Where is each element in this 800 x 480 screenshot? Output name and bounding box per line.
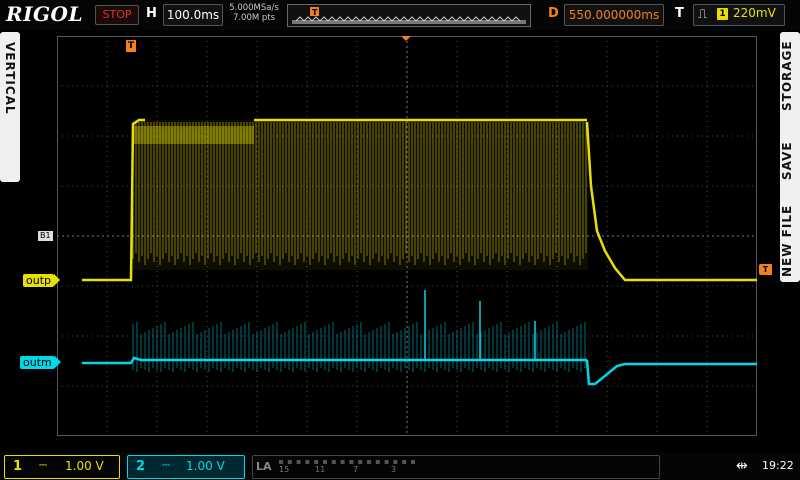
la-channel-dots [279, 460, 415, 464]
clock: 19:22 [762, 459, 794, 472]
dc-coupling-icon: ⎓ [162, 460, 170, 471]
la-channel-11: 11 [315, 465, 326, 474]
sample-rate: 5.000MSa/s [229, 3, 279, 13]
ch1-waveform [82, 118, 757, 282]
delay-label: D [548, 6, 559, 21]
ch2-number: 2 [136, 459, 146, 474]
trigger-level-marker[interactable]: T [759, 264, 772, 275]
ch2-waveform [82, 290, 757, 386]
trigger-position-marker[interactable]: T [126, 40, 136, 52]
memory-overview-bar[interactable]: T [287, 4, 531, 27]
la-channel-15: 15 [279, 465, 290, 474]
ch1-number: 1 [13, 459, 23, 474]
vertical-tab-label: VERTICAL [3, 42, 17, 115]
usb-icon: ⇹ [736, 458, 748, 474]
ch2-scale: 1.00 V [186, 459, 225, 473]
brand-logo: RIGOL [6, 2, 84, 26]
dc-coupling-icon: ⎓ [39, 460, 47, 471]
new-file-tab[interactable]: NEW FILE [780, 202, 800, 280]
bus-b1-marker: B1 [38, 231, 53, 241]
memory-overview-graphic: T [292, 7, 526, 24]
rising-edge-icon: ⎍ [698, 7, 708, 22]
vertical-menu-tab[interactable]: VERTICAL [0, 32, 20, 182]
save-tab[interactable]: SAVE [780, 130, 800, 192]
run-stop-status[interactable]: STOP [95, 5, 139, 25]
la-channel-7: 7 [353, 465, 359, 474]
ch2-label[interactable]: outm [20, 356, 61, 369]
center-marker-icon [401, 36, 411, 41]
horizontal-label: H [146, 6, 157, 21]
svg-text:T: T [312, 8, 318, 17]
timebase-value[interactable]: 100.0ms [163, 4, 223, 26]
logic-analyzer-box[interactable]: LA 15 11 7 3 [252, 455, 660, 479]
ch1-scale-box[interactable]: 1 ⎓ 1.00 V [4, 455, 120, 479]
delay-value[interactable]: 550.000000ms [564, 4, 664, 26]
ch2-scale-box[interactable]: 2 ⎓ 1.00 V [127, 455, 245, 479]
la-channel-3: 3 [391, 465, 397, 474]
trigger-level-value: 220mV [733, 6, 776, 20]
ch1-label[interactable]: outp [23, 274, 60, 287]
storage-tab[interactable]: STORAGE [780, 38, 800, 114]
trigger-label: T [675, 6, 684, 21]
waveform-display[interactable] [57, 36, 757, 436]
storage-menu[interactable]: STORAGE SAVE NEW FILE [780, 32, 800, 282]
trigger-source-badge: 1 [717, 8, 728, 20]
memory-depth: 7.00M pts [232, 13, 276, 23]
ch1-scale: 1.00 V [65, 459, 104, 473]
la-label: LA [256, 460, 272, 473]
